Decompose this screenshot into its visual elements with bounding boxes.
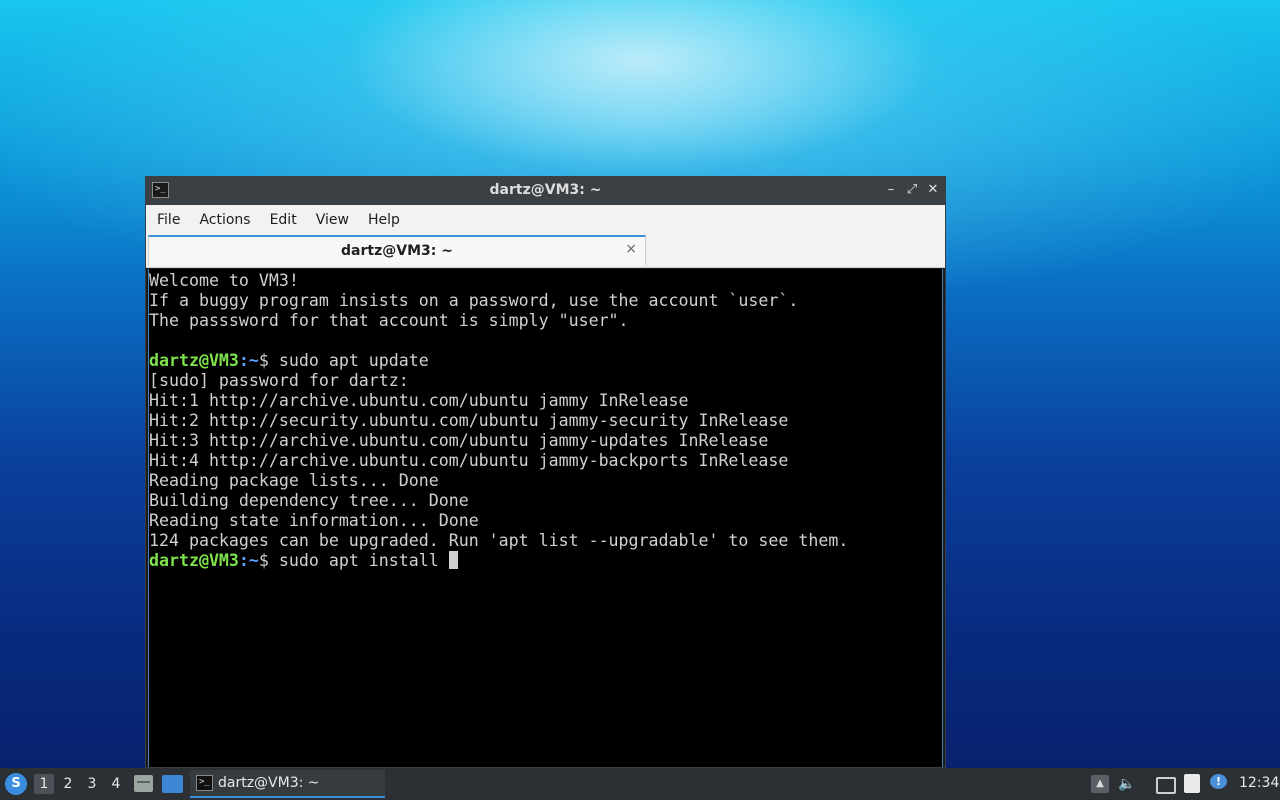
terminal-line: Reading package lists... Done — [149, 471, 439, 490]
terminal-line: Building dependency tree... Done — [149, 491, 469, 510]
menu-bar: File Actions Edit View Help — [146, 205, 945, 234]
prompt-command: sudo apt install — [268, 551, 449, 570]
clipboard-icon[interactable] — [1184, 774, 1200, 793]
clock[interactable]: 12:34 — [1239, 775, 1279, 791]
terminal-line: If a buggy program insists on a password… — [149, 291, 799, 310]
maximize-button[interactable]: ⤢ — [903, 181, 921, 199]
terminal-line: Welcome to VM3! — [149, 271, 299, 290]
prompt-user: dartz@VM3 — [149, 351, 239, 370]
prompt-path: :~ — [238, 351, 259, 370]
window-title: dartz@VM3: ~ — [489, 182, 602, 198]
terminal-line: Hit:2 http://security.ubuntu.com/ubuntu … — [149, 411, 789, 430]
taskbar-task-label: dartz@VM3: ~ — [218, 775, 320, 791]
terminal-prompt-line: dartz@VM3:~$ sudo apt update — [149, 351, 942, 371]
menu-edit[interactable]: Edit — [263, 212, 305, 228]
window-titlebar[interactable]: >_ dartz@VM3: ~ – ⤢ ✕ — [146, 177, 945, 205]
workspace-3-button[interactable]: 3 — [82, 774, 102, 794]
prompt-command: sudo apt update — [268, 351, 429, 370]
terminal-window: >_ dartz@VM3: ~ – ⤢ ✕ File Actions Edit … — [145, 176, 946, 768]
taskbar: S 1 2 3 4 >_ dartz@VM3: ~ ▲ 🔈 ! 12:34 — [0, 768, 1280, 800]
workspace-4-button[interactable]: 4 — [106, 774, 126, 794]
terminal-cursor — [448, 551, 458, 569]
tab-close-icon[interactable]: × — [625, 241, 637, 257]
close-button[interactable]: ✕ — [924, 181, 942, 199]
file-manager-icon[interactable] — [134, 775, 153, 792]
tab-label: dartz@VM3: ~ — [341, 243, 453, 259]
workspace-1-button[interactable]: 1 — [34, 774, 54, 794]
prompt-path: :~ — [238, 551, 259, 570]
prompt-symbol: $ — [258, 351, 269, 370]
workspace-2-button[interactable]: 2 — [58, 774, 78, 794]
menu-help[interactable]: Help — [361, 212, 408, 228]
terminal-line: Hit:4 http://archive.ubuntu.com/ubuntu j… — [149, 451, 789, 470]
terminal-prompt-line: dartz@VM3:~$ sudo apt install — [149, 551, 942, 571]
start-menu-icon[interactable]: S — [5, 773, 27, 795]
notification-icon[interactable]: ! — [1210, 774, 1227, 789]
terminal-task-icon: >_ — [196, 775, 213, 791]
prompt-user: dartz@VM3 — [149, 551, 239, 570]
terminal-line: 124 packages can be upgraded. Run 'apt l… — [149, 531, 849, 550]
menu-file[interactable]: File — [150, 212, 188, 228]
tray-up-arrow-icon[interactable]: ▲ — [1091, 775, 1109, 793]
menu-actions[interactable]: Actions — [192, 212, 258, 228]
tab-terminal[interactable]: dartz@VM3: ~ × — [148, 235, 646, 265]
terminal-line: Hit:3 http://archive.ubuntu.com/ubuntu j… — [149, 431, 769, 450]
network-icon[interactable] — [1156, 777, 1176, 794]
terminal-output[interactable]: Welcome to VM3! If a buggy program insist… — [148, 269, 943, 767]
volume-icon[interactable]: 🔈 — [1118, 775, 1136, 793]
terminal-line: The passsword for that account is simply… — [149, 311, 629, 330]
tab-bar: dartz@VM3: ~ × — [146, 234, 945, 268]
terminal-line: Hit:1 http://archive.ubuntu.com/ubuntu j… — [149, 391, 689, 410]
minimize-button[interactable]: – — [882, 181, 900, 199]
taskbar-task-terminal[interactable]: >_ dartz@VM3: ~ — [190, 770, 385, 798]
terminal-line: Reading state information... Done — [149, 511, 479, 530]
prompt-symbol: $ — [258, 551, 269, 570]
terminal-line: [sudo] password for dartz: — [149, 371, 409, 390]
show-desktop-icon[interactable] — [162, 775, 183, 793]
menu-view[interactable]: View — [309, 212, 357, 228]
